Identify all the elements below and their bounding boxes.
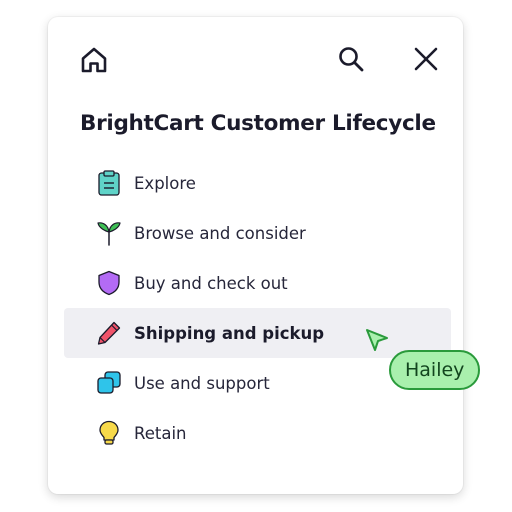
search-icon — [339, 47, 364, 72]
collaborator-name-tag: Hailey — [389, 350, 481, 390]
menu-item-label: Shipping and pickup — [134, 323, 325, 343]
menu-item-buy-and-check-out[interactable]: Buy and check out — [64, 258, 451, 308]
lightbulb-icon — [96, 420, 122, 446]
menu-item-label: Use and support — [134, 373, 270, 393]
pencil-icon — [96, 320, 122, 346]
panel-title: BrightCart Customer Lifecycle — [80, 111, 436, 136]
menu-item-label: Retain — [134, 423, 187, 443]
lifecycle-menu: Explore Browse and consider Buy and chec… — [64, 158, 451, 458]
home-button[interactable] — [76, 42, 112, 78]
close-button[interactable] — [408, 41, 444, 77]
menu-item-shipping-and-pickup[interactable]: Shipping and pickup — [64, 308, 451, 358]
clipboard-icon — [96, 170, 122, 196]
sprout-icon — [96, 220, 122, 246]
menu-item-browse-and-consider[interactable]: Browse and consider — [64, 208, 451, 258]
menu-item-label: Explore — [134, 173, 196, 193]
menu-item-explore[interactable]: Explore — [64, 158, 451, 208]
search-button[interactable] — [333, 41, 369, 77]
stage: BrightCart Customer Lifecycle Explore Br… — [0, 0, 512, 512]
menu-item-retain[interactable]: Retain — [64, 408, 451, 458]
copy-cards-icon — [96, 370, 122, 396]
lifecycle-panel: BrightCart Customer Lifecycle Explore Br… — [48, 17, 463, 494]
shield-icon — [96, 270, 122, 296]
collaborator-cursor-icon — [366, 329, 388, 351]
menu-item-label: Browse and consider — [134, 223, 306, 243]
home-icon — [81, 47, 107, 73]
close-icon — [414, 47, 438, 71]
menu-item-label: Buy and check out — [134, 273, 288, 293]
